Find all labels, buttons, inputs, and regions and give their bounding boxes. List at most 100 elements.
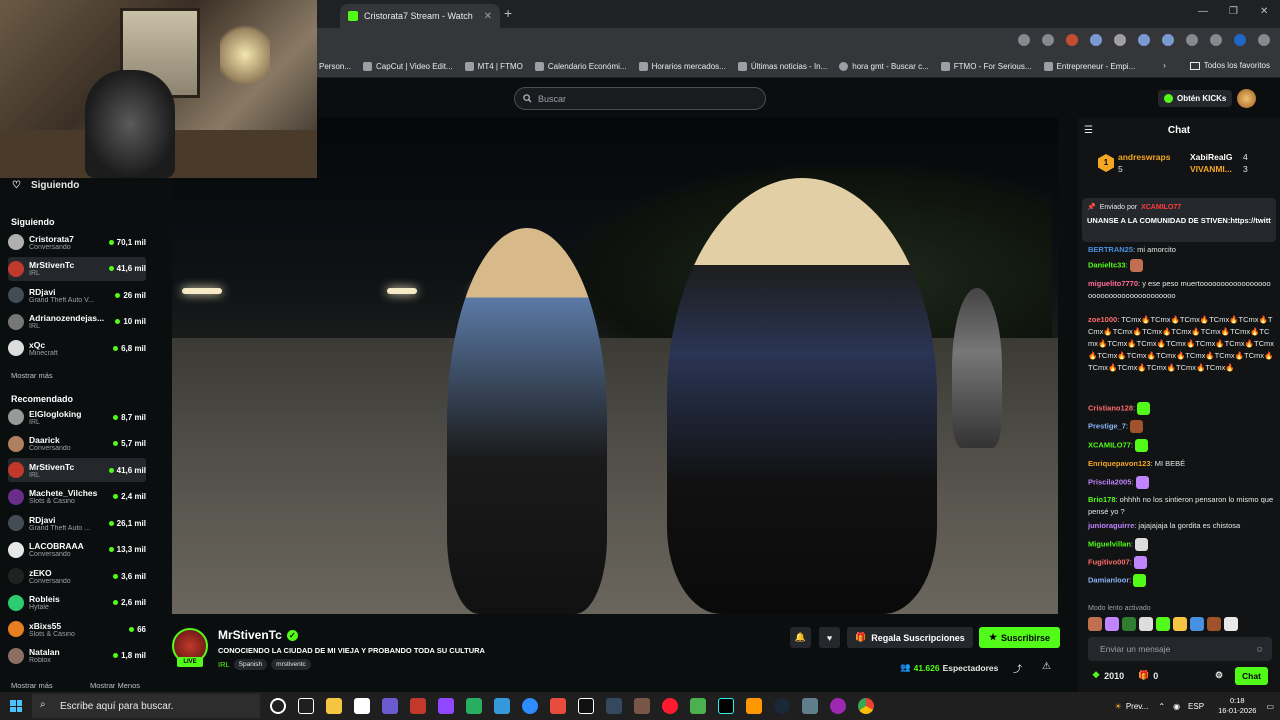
stream-tag[interactable]: Spanish [233,659,268,670]
sidebar-channel-item[interactable]: ElGlogloking IRL 8,7 mil [8,405,146,429]
leaderboard-user[interactable]: andreswraps [1118,152,1170,162]
leaderboard-user[interactable]: VIVANMI... [1190,164,1232,174]
opera-icon[interactable] [662,698,678,714]
search-input[interactable]: Buscar [514,87,766,110]
show-more-following[interactable]: Mostrar más [11,371,53,380]
emote-icon[interactable] [1088,617,1102,631]
emote-icon[interactable] [1122,617,1136,631]
tiktok-icon[interactable] [718,698,734,714]
taskbar-clock[interactable]: 0:18 16-01-2026 [1218,696,1256,716]
close-tab-icon[interactable]: ✕ [484,11,492,22]
bookmark-item[interactable]: Entrepreneur - Empi... [1043,62,1135,71]
extension-icon[interactable] [1162,34,1174,46]
video-player[interactable] [172,118,1058,614]
app-icon[interactable] [802,698,818,714]
bookmark-item[interactable]: Calendario Económi... [534,62,627,71]
document-icon[interactable] [354,698,370,714]
extension-icon[interactable] [1066,34,1078,46]
extension-icon[interactable] [1138,34,1150,46]
emote-icon[interactable] [1139,617,1153,631]
sidebar-channel-item[interactable]: xBixs55 Slots & Casino 66 [8,617,146,641]
tray-chevron-icon[interactable]: ⌃ [1158,702,1165,711]
notifications-icon[interactable]: ▭ [1266,702,1274,711]
profile-icon[interactable] [1234,34,1246,46]
gift-subscriptions-button[interactable]: 🎁 Regala Suscripciones [847,627,973,648]
capcut-app-icon[interactable] [578,698,594,714]
sidebar-channel-item[interactable]: Daarick Conversando 5,7 mil [8,432,146,456]
show-less-recommended[interactable]: Mostrar Menos [90,681,140,690]
sidebar-channel-item[interactable]: Adrianozendejas... IRL 10 mil [8,310,146,334]
extension-icon[interactable] [1114,34,1126,46]
bookmark-item[interactable]: FTMO - For Serious... [940,62,1032,71]
gift-count[interactable]: 🎁 0 [1138,670,1158,681]
follow-heart-button[interactable]: ♥ [819,627,840,648]
chat-username[interactable]: Prestige_7 [1088,421,1126,430]
chat-username[interactable]: Priscila2005 [1088,477,1131,486]
sidebar-channel-item[interactable]: RDjavi Grand Theft Auto ... 26,1 mil [8,511,146,535]
send-chat-button[interactable]: Chat [1235,667,1268,685]
taskbar-search-input[interactable]: ⌕ Escribe aquí para buscar. [32,694,260,718]
chat-message-input[interactable]: Enviar un mensaje ☺ [1088,637,1272,661]
task-view-icon[interactable] [298,698,314,714]
all-bookmarks[interactable]: › Todos los favoritos [1163,61,1270,70]
get-kicks-button[interactable]: Obtén KICKs [1158,90,1233,107]
chat-username[interactable]: junioraguirre [1088,521,1134,530]
sidebar-channel-item[interactable]: RDjavi Grand Theft Auto V... 26 mil [8,283,146,307]
app-icon[interactable] [830,698,846,714]
show-more-recommended[interactable]: Mostrar más [11,681,53,690]
chat-username[interactable]: Damianloor [1088,575,1129,584]
stream-tag[interactable]: mrstiventc [271,659,311,670]
weather-label[interactable]: Prev... [1126,702,1149,711]
windows-start-icon[interactable] [10,700,22,712]
emote-icon[interactable] [1173,617,1187,631]
menu-dots-icon[interactable] [1258,34,1270,46]
subscribe-button[interactable]: ★ Suscribirse [979,627,1060,648]
app-icon[interactable] [382,698,398,714]
zoom-icon[interactable] [1018,34,1030,46]
file-explorer-icon[interactable] [326,698,342,714]
emoji-icon[interactable]: ☺ [1255,644,1264,654]
zoom-app-icon[interactable] [522,698,538,714]
cortana-icon[interactable] [270,698,286,714]
sidebar-channel-item[interactable]: Natalan Roblox 1,8 mil [8,644,146,668]
steam-icon[interactable] [774,698,790,714]
sidebar-channel-item[interactable]: Cristorata7 Conversando 70,1 mil [8,230,146,254]
chat-username[interactable]: miguelito7770 [1088,279,1138,288]
translate-icon[interactable] [1090,34,1102,46]
sidebar-channel-item[interactable]: MrStivenTc IRL 41,6 mil [8,256,146,281]
sidebar-channel-item[interactable]: zEKO Conversando 3,6 mil [8,564,146,588]
language-indicator[interactable]: ESP [1188,702,1204,711]
chat-username[interactable]: Miguelvillan [1088,539,1131,548]
chevron-right-icon[interactable]: › [1163,61,1166,70]
minimize-icon[interactable]: — [1198,6,1208,17]
sidebar-channel-item[interactable]: Robleis Hytale 2,6 mil [8,591,146,615]
channel-name[interactable]: MrStivenTc ✓ [218,628,298,642]
notifications-bell-button[interactable]: 🔔 [790,627,811,648]
minecraft-icon[interactable] [690,698,706,714]
app-icon[interactable] [606,698,622,714]
chat-username[interactable]: Fugitivo007 [1088,557,1130,566]
pinned-user[interactable]: XCAMILO77 [1141,204,1181,211]
chat-username[interactable]: BERTRAN25 [1088,245,1133,254]
chat-settings-icon[interactable]: ⚙ [1215,670,1223,681]
pinned-message[interactable]: 📌 Enviado por XCAMILO77 UNANSE A LA COMU… [1082,198,1276,242]
user-avatar[interactable] [1237,89,1256,108]
network-icon[interactable]: ◉ [1173,702,1180,711]
share-icon[interactable]: ⤴ [1013,662,1022,675]
chat-username[interactable]: Danieltc33 [1088,260,1126,269]
leaderboard-user[interactable]: XabiRealG [1190,152,1233,162]
bookmark-star-icon[interactable] [1042,34,1054,46]
chat-username[interactable]: Cristiano128 [1088,403,1133,412]
app-icon[interactable] [494,698,510,714]
report-icon[interactable]: ⚠ [1042,661,1051,672]
emote-icon[interactable] [1190,617,1204,631]
bookmark-item[interactable]: CapCut | Video Edit... [363,62,453,71]
chat-username[interactable]: XCAMILO77 [1088,440,1131,449]
chrome-icon[interactable] [858,698,874,714]
emote-icon[interactable] [1224,617,1238,631]
app-icon[interactable] [466,698,482,714]
sidebar-channel-item[interactable]: LACOBRAAA Conversando 13,3 mil [8,538,146,562]
emote-icon[interactable] [1105,617,1119,631]
extensions-puzzle-icon[interactable] [1186,34,1198,46]
bookmark-item[interactable]: Horarios mercados... [638,62,726,71]
